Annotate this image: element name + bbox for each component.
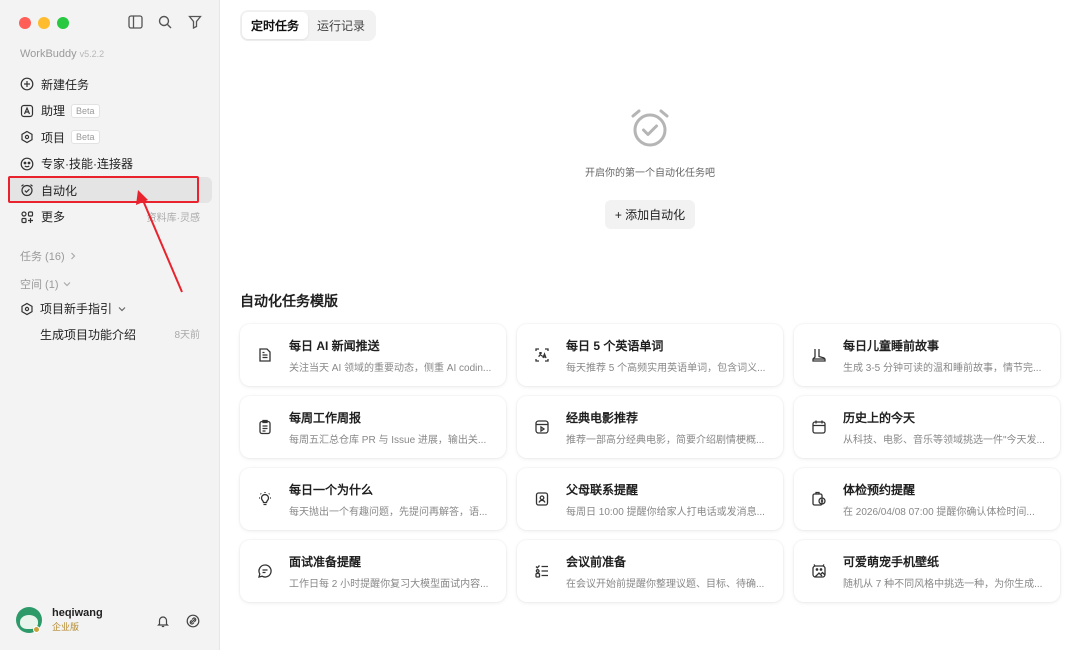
annotation-arrow	[136, 190, 183, 293]
